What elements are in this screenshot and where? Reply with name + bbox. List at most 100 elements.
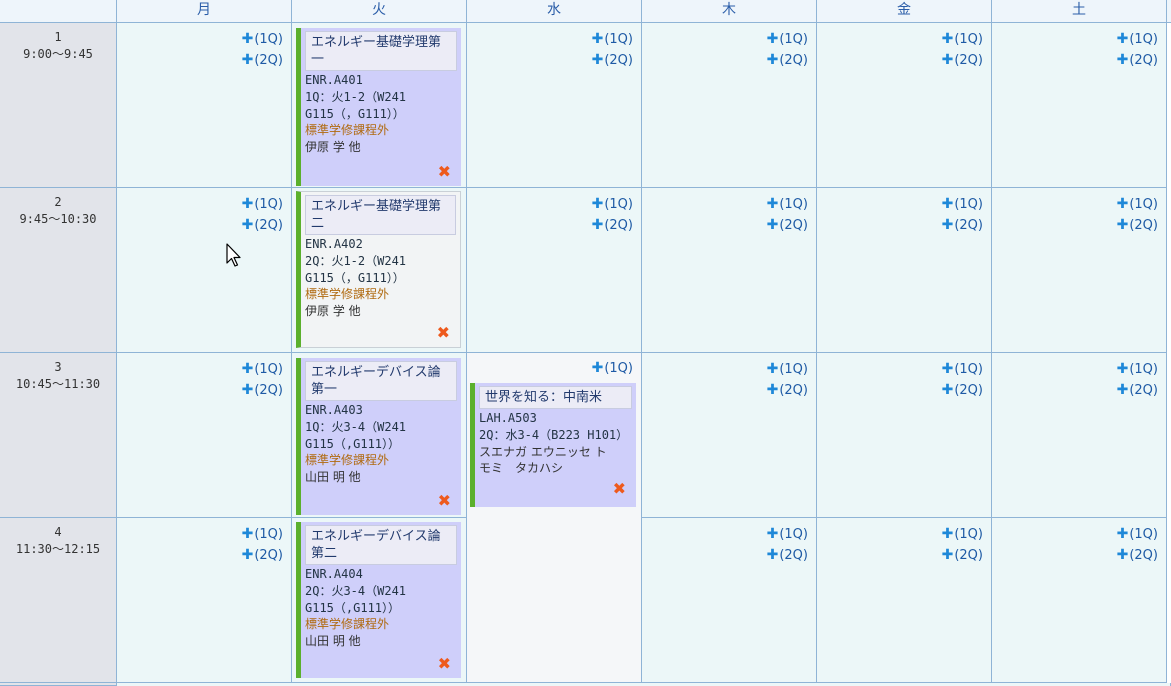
course-instructor: 伊原 学 他 (305, 140, 361, 155)
add-1q-link[interactable]: ✚(1Q) (767, 359, 808, 380)
slot-wed-1: ✚(1Q) ✚(2Q) (467, 23, 642, 188)
course-room: G115（，G111）） (305, 106, 405, 121)
add-1q-link[interactable]: ✚(1Q) (242, 29, 283, 50)
slot-thu-3: ✚(1Q) ✚(2Q) (642, 353, 817, 518)
course-note: 標準学修課程外 (305, 287, 390, 302)
course-card[interactable]: エネルギーデバイス論第二 ENR.A404 2Q：火3-4（W241 G115（… (296, 522, 461, 678)
add-1q-link[interactable]: ✚(1Q) (592, 29, 633, 50)
add-1q-link[interactable]: ✚(1Q) (942, 194, 983, 215)
add-1q-link[interactable]: ✚(1Q) (592, 194, 633, 215)
header-filler (1167, 0, 1171, 23)
plus-icon: ✚ (241, 31, 254, 47)
course-card[interactable]: エネルギー基礎学理第二 ENR.A402 2Q：火1-2（W241 G115（，… (296, 191, 461, 348)
slot-tue-1: エネルギー基礎学理第一 ENR.A401 1Q：火1-2（W241 G115（，… (292, 23, 467, 188)
course-instructor: 山田 明 他 (305, 634, 361, 649)
period-3: 3 10:45～11:30 (0, 353, 117, 518)
close-x-icon[interactable]: ✖ (438, 164, 451, 180)
add-2q-link[interactable]: ✚(2Q) (592, 215, 633, 236)
add-1q-link[interactable]: ✚(1Q) (942, 29, 983, 50)
add-1q-link[interactable]: ✚(1Q) (767, 29, 808, 50)
day-header-wed: 水 (467, 0, 642, 23)
add-1q-link[interactable]: ✚(1Q) (1117, 29, 1158, 50)
slot-sat-1: ✚(1Q) ✚(2Q) (992, 23, 1167, 188)
plus-icon: ✚ (1116, 31, 1129, 47)
plus-icon: ✚ (591, 31, 604, 47)
day-header-tue: 火 (292, 0, 467, 23)
course-card[interactable]: エネルギー基礎学理第一 ENR.A401 1Q：火1-2（W241 G115（，… (296, 28, 461, 186)
add-1q-link[interactable]: ✚(1Q) (242, 359, 283, 380)
add-1q-link[interactable]: ✚(1Q) (242, 194, 283, 215)
plus-icon: ✚ (591, 52, 604, 68)
add-1q-link[interactable]: ✚(1Q) (1117, 194, 1158, 215)
add-2q-link[interactable]: ✚(2Q) (767, 215, 808, 236)
course-title[interactable]: エネルギーデバイス論第二 (305, 525, 457, 565)
period-time: 10:45～11:30 (15, 377, 101, 391)
slot-sat-4: ✚(1Q) ✚(2Q) (992, 518, 1167, 683)
plus-icon: ✚ (241, 196, 254, 212)
course-code: ENR.A403 (305, 403, 363, 417)
course-title[interactable]: 世界を知る：中南米 (479, 386, 632, 409)
plus-icon: ✚ (241, 217, 254, 233)
course-card[interactable]: エネルギーデバイス論第一 ENR.A403 1Q：火3-4（W241 G115（… (296, 358, 461, 515)
period-number: 2 (54, 195, 62, 209)
course-code: ENR.A401 (305, 73, 363, 87)
add-2q-link[interactable]: ✚(2Q) (767, 50, 808, 71)
add-2q-link[interactable]: ✚(2Q) (942, 380, 983, 401)
plus-icon: ✚ (1116, 361, 1129, 377)
add-2q-link[interactable]: ✚(2Q) (242, 545, 283, 566)
period-time: 9:45～10:30 (19, 212, 97, 226)
add-1q-link[interactable]: ✚(1Q) (942, 524, 983, 545)
add-2q-link[interactable]: ✚(2Q) (592, 50, 633, 71)
course-schedule: 1Q：火1-2（W241 (305, 89, 407, 104)
slot-fri-3: ✚(1Q) ✚(2Q) (817, 353, 992, 518)
slot-fri-2: ✚(1Q) ✚(2Q) (817, 188, 992, 353)
course-instructor: 山田 明 他 (305, 470, 361, 485)
close-x-icon[interactable]: ✖ (438, 656, 451, 672)
course-schedule: 2Q：火1-2（W241 (305, 253, 407, 268)
add-1q-link[interactable]: ✚(1Q) (592, 358, 633, 379)
plus-icon: ✚ (1116, 526, 1129, 542)
plus-icon: ✚ (941, 361, 954, 377)
add-2q-link[interactable]: ✚(2Q) (242, 215, 283, 236)
close-x-icon[interactable]: ✖ (437, 325, 450, 341)
plus-icon: ✚ (241, 361, 254, 377)
add-2q-link[interactable]: ✚(2Q) (942, 545, 983, 566)
plus-icon: ✚ (941, 382, 954, 398)
add-2q-link[interactable]: ✚(2Q) (767, 380, 808, 401)
add-2q-link[interactable]: ✚(2Q) (942, 50, 983, 71)
add-2q-link[interactable]: ✚(2Q) (1117, 215, 1158, 236)
add-2q-link[interactable]: ✚(2Q) (1117, 545, 1158, 566)
course-room: G115（，G111）） (305, 270, 405, 285)
close-x-icon[interactable]: ✖ (613, 481, 626, 497)
course-title[interactable]: エネルギーデバイス論第一 (305, 361, 457, 401)
slot-mon-3: ✚(1Q) ✚(2Q) (117, 353, 292, 518)
slot-tue-2: エネルギー基礎学理第二 ENR.A402 2Q：火1-2（W241 G115（，… (292, 188, 467, 353)
course-code: ENR.A402 (305, 237, 363, 251)
add-2q-link[interactable]: ✚(2Q) (242, 380, 283, 401)
slot-sat-3: ✚(1Q) ✚(2Q) (992, 353, 1167, 518)
course-card[interactable]: 世界を知る：中南米 LAH.A503 2Q：水3-4（B223 H101） スエ… (470, 383, 636, 507)
close-x-icon[interactable]: ✖ (438, 493, 451, 509)
add-2q-link[interactable]: ✚(2Q) (767, 545, 808, 566)
add-1q-link[interactable]: ✚(1Q) (767, 524, 808, 545)
add-2q-link[interactable]: ✚(2Q) (1117, 50, 1158, 71)
add-1q-link[interactable]: ✚(1Q) (242, 524, 283, 545)
add-2q-link[interactable]: ✚(2Q) (242, 50, 283, 71)
add-1q-link[interactable]: ✚(1Q) (1117, 524, 1158, 545)
slot-thu-2: ✚(1Q) ✚(2Q) (642, 188, 817, 353)
day-header-thu: 木 (642, 0, 817, 23)
add-1q-link[interactable]: ✚(1Q) (1117, 359, 1158, 380)
plus-icon: ✚ (766, 217, 779, 233)
add-1q-link[interactable]: ✚(1Q) (767, 194, 808, 215)
add-2q-link[interactable]: ✚(2Q) (942, 215, 983, 236)
slot-thu-1: ✚(1Q) ✚(2Q) (642, 23, 817, 188)
plus-icon: ✚ (941, 526, 954, 542)
plus-icon: ✚ (941, 52, 954, 68)
add-2q-link[interactable]: ✚(2Q) (1117, 380, 1158, 401)
period-time: 11:30～12:15 (15, 542, 101, 556)
plus-icon: ✚ (591, 217, 604, 233)
plus-icon: ✚ (1116, 382, 1129, 398)
add-1q-link[interactable]: ✚(1Q) (942, 359, 983, 380)
course-title[interactable]: エネルギー基礎学理第一 (305, 31, 457, 71)
course-title[interactable]: エネルギー基礎学理第二 (305, 195, 456, 235)
